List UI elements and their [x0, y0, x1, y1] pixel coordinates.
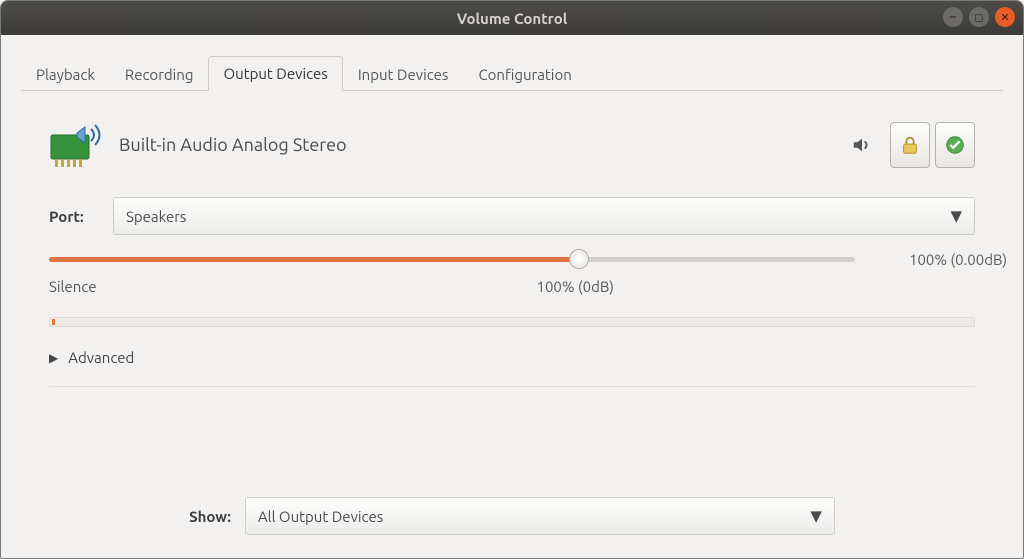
show-label: Show:	[189, 508, 231, 525]
window-content: Playback Recording Output Devices Input …	[1, 35, 1023, 559]
mute-button[interactable]	[851, 134, 873, 156]
port-label: Port:	[49, 208, 101, 225]
expander-icon: ▶	[49, 351, 58, 365]
sound-card-icon	[49, 121, 105, 169]
volume-mark-100: 100% (0dB)	[537, 278, 614, 295]
volume-slider-track[interactable]	[49, 257, 855, 262]
advanced-expander[interactable]: ▶ Advanced	[49, 349, 975, 366]
tab-configuration[interactable]: Configuration	[463, 57, 586, 91]
volume-slider-marks: Silence 100% (0dB)	[49, 278, 975, 295]
check-icon	[944, 134, 966, 156]
show-select-value: All Output Devices	[258, 508, 383, 525]
tab-input-devices[interactable]: Input Devices	[343, 57, 464, 91]
volume-mark-silence: Silence	[49, 278, 97, 295]
vu-meter-level	[52, 319, 55, 325]
port-select-value: Speakers	[126, 208, 186, 225]
tab-bar: Playback Recording Output Devices Input …	[21, 53, 1003, 91]
window-close-button[interactable]: ✕	[995, 7, 1015, 27]
window-controls: – ◻ ✕	[943, 7, 1015, 27]
chevron-down-icon: ▼	[950, 207, 962, 225]
lock-channels-button[interactable]	[890, 122, 930, 168]
set-default-button[interactable]	[935, 122, 975, 168]
volume-control-window: Volume Control – ◻ ✕ Playback Recording …	[0, 0, 1024, 559]
window-maximize-button[interactable]: ◻	[969, 7, 989, 27]
port-select[interactable]: Speakers ▼	[113, 197, 975, 235]
device-header: Built-in Audio Analog Stereo	[49, 121, 975, 169]
window-minimize-button[interactable]: –	[943, 7, 963, 27]
advanced-label: Advanced	[68, 349, 134, 366]
output-devices-pane: Built-in Audio Analog Stereo	[21, 91, 1003, 545]
tab-playback[interactable]: Playback	[21, 57, 110, 91]
speaker-icon	[851, 134, 873, 156]
chevron-down-icon: ▼	[810, 507, 822, 525]
volume-slider: 100% (0.00dB) Silence 100% (0dB)	[49, 257, 975, 295]
show-select[interactable]: All Output Devices ▼	[245, 497, 835, 535]
window-title: Volume Control	[457, 10, 568, 27]
port-row: Port: Speakers ▼	[49, 197, 975, 235]
section-divider	[49, 386, 975, 387]
volume-readout: 100% (0.00dB)	[909, 251, 1007, 268]
footer-row: Show: All Output Devices ▼	[49, 497, 975, 535]
volume-slider-thumb[interactable]	[569, 249, 589, 269]
window-titlebar: Volume Control – ◻ ✕	[1, 1, 1023, 35]
tab-recording[interactable]: Recording	[110, 57, 209, 91]
tab-output-devices[interactable]: Output Devices	[208, 56, 342, 91]
device-name: Built-in Audio Analog Stereo	[119, 135, 347, 155]
lock-icon	[899, 134, 921, 156]
volume-slider-fill	[49, 257, 579, 262]
vu-meter	[49, 317, 975, 327]
